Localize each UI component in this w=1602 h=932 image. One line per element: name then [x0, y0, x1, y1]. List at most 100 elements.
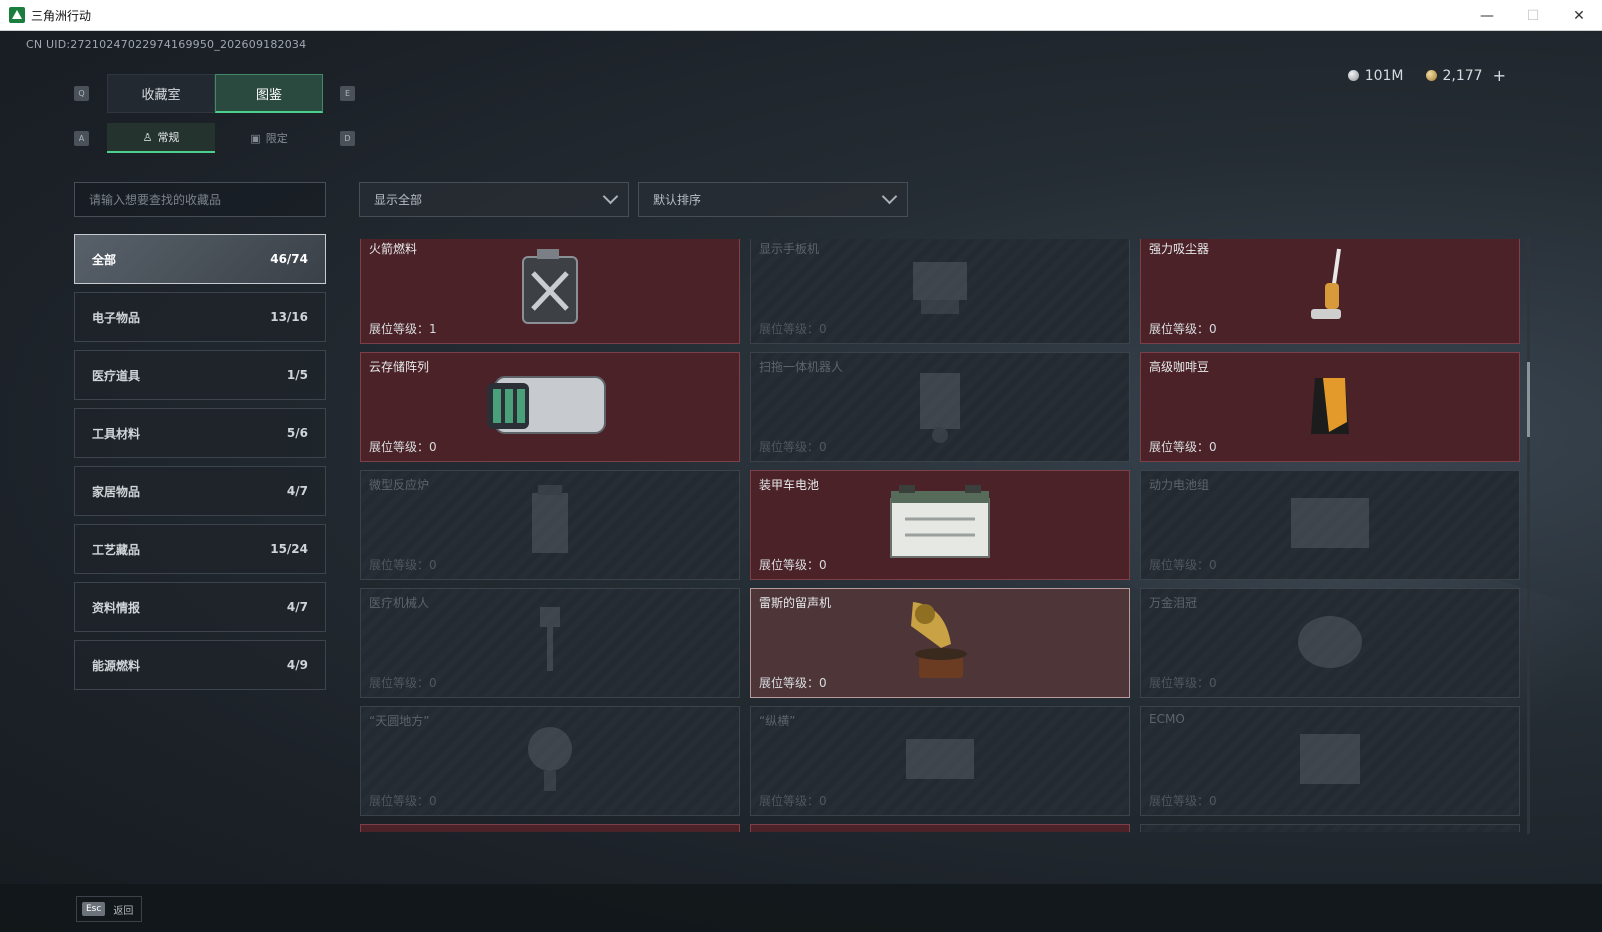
collectible-card[interactable]: 浮力补偿设备: [750, 824, 1130, 832]
category-intel[interactable]: 资料情报 4/7: [74, 582, 326, 632]
collectible-name: 云存储阵列: [369, 360, 430, 374]
silver-coin-icon: [1347, 70, 1359, 81]
currency-display: 101M 2,177 +: [1347, 66, 1506, 85]
robot-icon: [910, 365, 970, 449]
category-count: 46/74: [270, 252, 308, 266]
hotkey-next-sub: D: [340, 131, 355, 146]
bottom-bar: Esc 返回: [0, 884, 1602, 932]
back-button[interactable]: Esc 返回: [76, 896, 142, 922]
server-icon: [485, 367, 615, 447]
maximize-button[interactable]: ☐: [1510, 0, 1556, 31]
category-all[interactable]: 全部 46/74: [74, 234, 326, 284]
scrollbar-thumb[interactable]: [1527, 362, 1530, 437]
collectible-name: 动力电池组: [1149, 478, 1210, 492]
collectible-name: 微型反应炉: [369, 478, 430, 492]
collectible-card[interactable]: “天圆地方” 展位等级：0: [360, 706, 740, 816]
fuel-canister-icon: [515, 247, 585, 331]
category-count: 5/6: [286, 426, 308, 440]
category-count: 13/16: [270, 310, 308, 324]
collectible-card[interactable]: 医疗机械人 展位等级：0: [360, 588, 740, 698]
coffee-bag-icon: [1307, 372, 1353, 442]
collectible-card[interactable]: 强力吸尘器 展位等级：0: [1140, 239, 1520, 344]
user-id-label: CN UID:27210247022974169950_202609182034: [26, 38, 307, 51]
category-count: 4/9: [286, 658, 308, 672]
collectible-card[interactable]: 装甲车电池展位等级：0: [750, 470, 1130, 580]
chevron-down-icon: [881, 188, 898, 205]
search-input[interactable]: [74, 182, 326, 217]
sort-dropdown-value: 默认排序: [653, 193, 702, 207]
minimize-button[interactable]: —: [1464, 0, 1510, 31]
category-label: 能源燃料: [92, 658, 141, 673]
back-label: 返回: [113, 905, 134, 917]
collectible-name: 显示手板机: [759, 242, 820, 256]
category-count: 4/7: [286, 484, 308, 498]
battery-pack-icon: [1285, 488, 1375, 562]
globe-icon: [520, 719, 580, 803]
collectible-name: 潮汐监狱地图-4: [1149, 830, 1233, 832]
esc-key-hint: Esc: [82, 902, 106, 916]
board-icon: [900, 729, 980, 793]
battery-icon: [885, 483, 995, 567]
collectible-card[interactable]: “钻石”鱼子酱: [360, 824, 740, 832]
window-title: 三角洲行动: [31, 8, 92, 23]
category-household[interactable]: 家居物品 4/7: [74, 466, 326, 516]
category-tools[interactable]: 工具材料 5/6: [74, 408, 326, 458]
figure-icon: ♙: [142, 130, 153, 144]
collectible-card[interactable]: ECMO 展位等级：0: [1140, 706, 1520, 816]
collectible-card[interactable]: 雷斯的留声机 展位等级：0: [750, 588, 1130, 698]
category-energy[interactable]: 能源燃料 4/9: [74, 640, 326, 690]
category-label: 工艺藏品: [92, 542, 141, 557]
collectible-name: 高级咖啡豆: [1149, 360, 1210, 374]
category-label: 工具材料: [92, 426, 141, 441]
sort-dropdown[interactable]: 默认排序: [638, 182, 908, 217]
category-label: 资料情报: [92, 600, 141, 615]
hotkey-prev-sub: A: [74, 131, 89, 146]
collectible-name: “纵横”: [759, 714, 796, 728]
category-count: 1/5: [286, 368, 308, 382]
filter-dropdown[interactable]: 显示全部: [359, 182, 629, 217]
category-electronics[interactable]: 电子物品 13/16: [74, 292, 326, 342]
collectible-card[interactable]: 显示手板机 展位等级：0: [750, 239, 1130, 344]
collectible-name: “钻石”鱼子酱: [369, 830, 441, 832]
category-medical[interactable]: 医疗道具 1/5: [74, 350, 326, 400]
category-label: 家居物品: [92, 484, 141, 499]
display-level: 展位等级：0: [759, 558, 827, 572]
crown-icon: [1290, 606, 1370, 680]
collectible-card[interactable]: “纵横” 展位等级：0: [750, 706, 1130, 816]
collectible-card[interactable]: 微型反应炉展位等级：0: [360, 470, 740, 580]
gold-coin-icon: [1425, 70, 1437, 81]
collectible-card[interactable]: 潮汐监狱地图-4: [1140, 824, 1520, 832]
app-logo-icon: [9, 7, 25, 23]
collectible-name: 雷斯的留声机: [759, 596, 832, 610]
collectible-name: 强力吸尘器: [1149, 242, 1210, 256]
tab-regular[interactable]: ♙ 常规: [107, 123, 215, 153]
title-bar: 三角洲行动 — ☐ ✕: [0, 0, 1602, 31]
sub-tabs: ♙ 常规 ▣ 限定: [107, 123, 323, 153]
tab-catalog[interactable]: 图鉴: [215, 74, 323, 113]
category-crafts[interactable]: 工艺藏品 15/24: [74, 524, 326, 574]
tab-regular-label: 常规: [157, 131, 180, 144]
display-level: 展位等级：0: [1149, 676, 1217, 690]
collectible-card[interactable]: 万金泪冠 展位等级：0: [1140, 588, 1520, 698]
display-level: 展位等级：0: [369, 558, 437, 572]
close-button[interactable]: ✕: [1556, 0, 1602, 31]
collectible-card[interactable]: 动力电池组展位等级：0: [1140, 470, 1520, 580]
collectible-card[interactable]: 火箭燃料 展位等级：1: [360, 239, 740, 344]
tab-limited[interactable]: ▣ 限定: [215, 123, 323, 153]
collectible-card[interactable]: 云存储阵列 展位等级：0: [360, 352, 740, 462]
collectible-card[interactable]: 扫拖一体机器人 展位等级：0: [750, 352, 1130, 462]
silver-balance: 101M: [1347, 68, 1404, 84]
collectible-name: 扫拖一体机器人: [759, 360, 844, 374]
chevron-down-icon: [602, 188, 619, 205]
window-controls: — ☐ ✕: [1464, 0, 1602, 31]
display-level: 展位等级：0: [1149, 558, 1217, 572]
collectible-card[interactable]: 高级咖啡豆 展位等级：0: [1140, 352, 1520, 462]
collectible-name: 装甲车电池: [759, 478, 820, 492]
scrollbar[interactable]: [1527, 237, 1530, 834]
gramophone-icon: [905, 596, 975, 690]
collectible-name: “天圆地方”: [369, 714, 430, 728]
hotkey-next-main: E: [340, 86, 355, 101]
add-currency-button[interactable]: +: [1493, 66, 1506, 85]
image-icon: ▣: [250, 131, 261, 145]
tab-collection-room[interactable]: 收藏室: [107, 74, 215, 113]
